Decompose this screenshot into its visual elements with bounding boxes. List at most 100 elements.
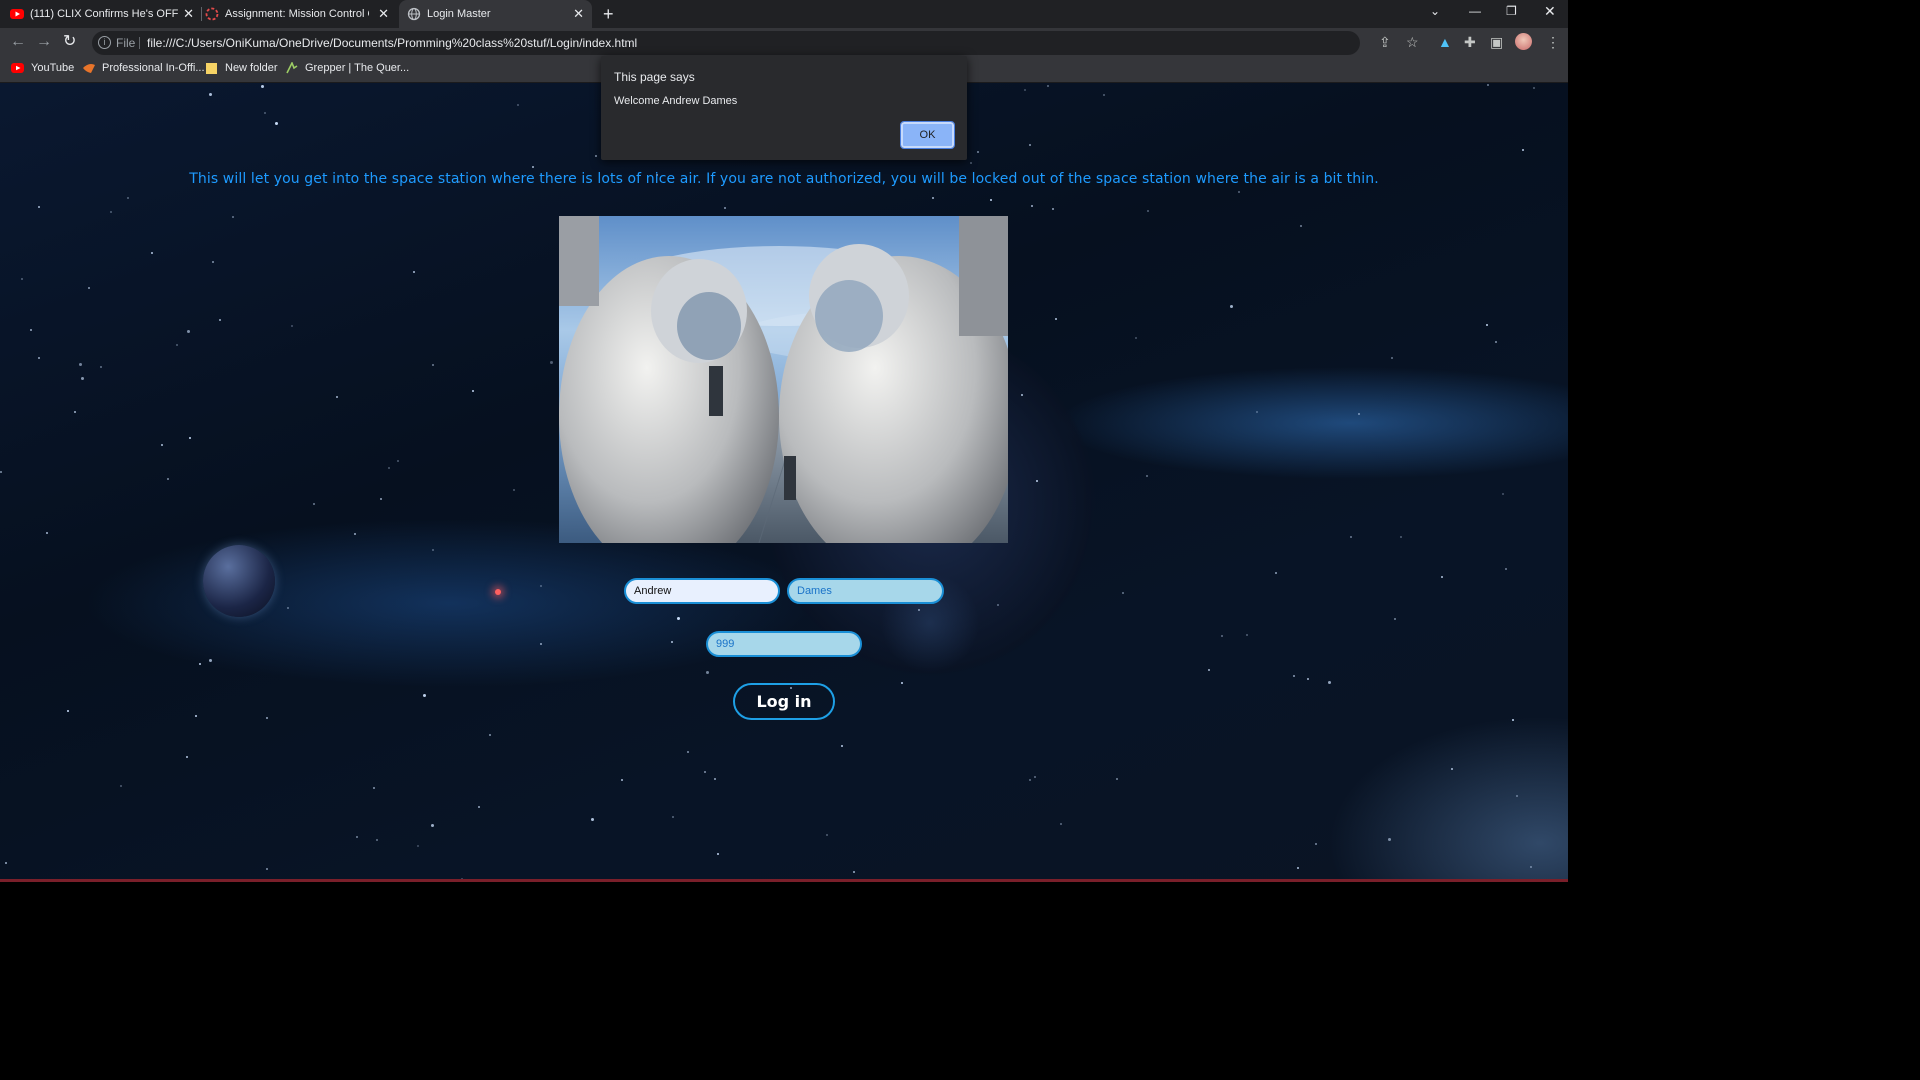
star: [1487, 84, 1489, 86]
menu-icon[interactable]: ⋮: [1546, 35, 1560, 49]
star: [1055, 318, 1057, 320]
bookmark-label: YouTube: [31, 62, 75, 74]
star: [356, 836, 358, 838]
star: [380, 498, 382, 500]
bookmark-youtube[interactable]: YouTube: [11, 62, 74, 74]
bookmark-professional[interactable]: Professional In-Offi...: [82, 62, 205, 74]
bookmark-new-folder[interactable]: New folder: [205, 62, 278, 74]
close-icon[interactable]: ✕: [183, 7, 194, 21]
star: [195, 715, 197, 717]
star: [266, 868, 268, 870]
avatar[interactable]: [1515, 33, 1532, 50]
star: [219, 319, 221, 321]
star: [717, 853, 719, 855]
star: [1400, 536, 1402, 538]
star: [853, 871, 855, 873]
star: [1147, 210, 1149, 212]
star: [354, 533, 356, 535]
star: [1516, 795, 1518, 797]
close-window-icon[interactable]: ✕: [1544, 3, 1556, 20]
puzzle-icon[interactable]: ✚: [1464, 35, 1476, 49]
star: [186, 756, 188, 758]
star: [706, 671, 709, 674]
star: [74, 411, 76, 413]
red-star: [495, 589, 501, 595]
login-button[interactable]: Log in: [733, 683, 835, 720]
star: [199, 663, 201, 665]
toolbar: ← → ↻ i File file:///C:/Users/OniKuma/On…: [0, 28, 1568, 58]
globe-icon: [407, 7, 421, 21]
tab-youtube[interactable]: (111) CLIX Confirms He's OFFICIA ✕: [10, 0, 202, 28]
ok-button[interactable]: OK: [900, 121, 955, 149]
star: [1328, 681, 1331, 684]
star: [432, 549, 434, 551]
info-icon[interactable]: i: [98, 36, 111, 49]
grepper-icon: [286, 62, 298, 74]
star: [1122, 592, 1124, 594]
url-scheme: File: [116, 36, 136, 50]
close-icon[interactable]: ✕: [378, 7, 389, 21]
star: [1256, 411, 1258, 413]
forward-icon[interactable]: →: [36, 34, 52, 50]
youtube-icon: [11, 63, 24, 73]
star: [677, 617, 680, 620]
last-name-input[interactable]: [787, 578, 944, 604]
star: [1036, 480, 1038, 482]
reload-icon[interactable]: ↻: [63, 34, 76, 50]
star: [1391, 357, 1393, 359]
tab-title: (111) CLIX Confirms He's OFFICIA: [30, 8, 178, 20]
first-name-input[interactable]: [624, 578, 780, 604]
star: [46, 532, 48, 534]
dialog-message: Welcome Andrew Dames: [614, 95, 738, 107]
star: [120, 785, 122, 787]
star: [1315, 843, 1317, 845]
star: [261, 85, 264, 88]
side-panel-icon[interactable]: ▣: [1490, 35, 1503, 49]
folder-icon: [206, 63, 217, 74]
star: [672, 816, 674, 818]
tab-login-master[interactable]: Login Master ✕: [399, 0, 592, 28]
star: [30, 329, 32, 331]
star: [478, 806, 480, 808]
extension-icon[interactable]: ▲: [1438, 35, 1452, 49]
bookmark-label: Grepper | The Quer...: [305, 62, 410, 74]
star: [212, 261, 214, 263]
star: [1495, 341, 1497, 343]
url-text[interactable]: file:///C:/Users/OniKuma/OneDrive/Docume…: [147, 36, 637, 50]
bookmark-grepper[interactable]: Grepper | The Quer...: [285, 62, 409, 74]
star: [313, 503, 315, 505]
star: [397, 460, 399, 462]
star: [540, 585, 542, 587]
star: [100, 366, 102, 368]
address-bar[interactable]: i File file:///C:/Users/OniKuma/OneDrive…: [92, 31, 1360, 55]
star: [1505, 568, 1507, 570]
star: [1060, 823, 1062, 825]
star: [1029, 779, 1031, 781]
tab-search-icon[interactable]: ⌄: [1430, 4, 1440, 18]
star: [81, 377, 84, 380]
star: [1350, 536, 1352, 538]
star: [1116, 778, 1118, 780]
star: [1238, 191, 1240, 193]
star: [432, 364, 434, 366]
restore-icon[interactable]: ❐: [1506, 4, 1517, 18]
star: [1246, 634, 1248, 636]
back-icon[interactable]: ←: [10, 34, 26, 50]
star: [209, 659, 212, 662]
star-icon[interactable]: ☆: [1406, 35, 1419, 49]
star: [1135, 337, 1137, 339]
star: [110, 211, 112, 213]
star: [1021, 394, 1023, 396]
tab-assignment[interactable]: Assignment: Mission Control Op ✕: [205, 0, 397, 28]
star: [997, 604, 999, 606]
star: [266, 717, 268, 719]
close-icon[interactable]: ✕: [573, 7, 584, 21]
star: [1307, 678, 1309, 680]
star: [413, 271, 415, 273]
share-icon[interactable]: ⇪: [1379, 35, 1391, 49]
star: [621, 779, 623, 781]
new-tab-button[interactable]: +: [603, 5, 614, 23]
star: [918, 609, 920, 611]
code-input[interactable]: [706, 631, 862, 657]
minimize-icon[interactable]: —: [1469, 4, 1481, 18]
